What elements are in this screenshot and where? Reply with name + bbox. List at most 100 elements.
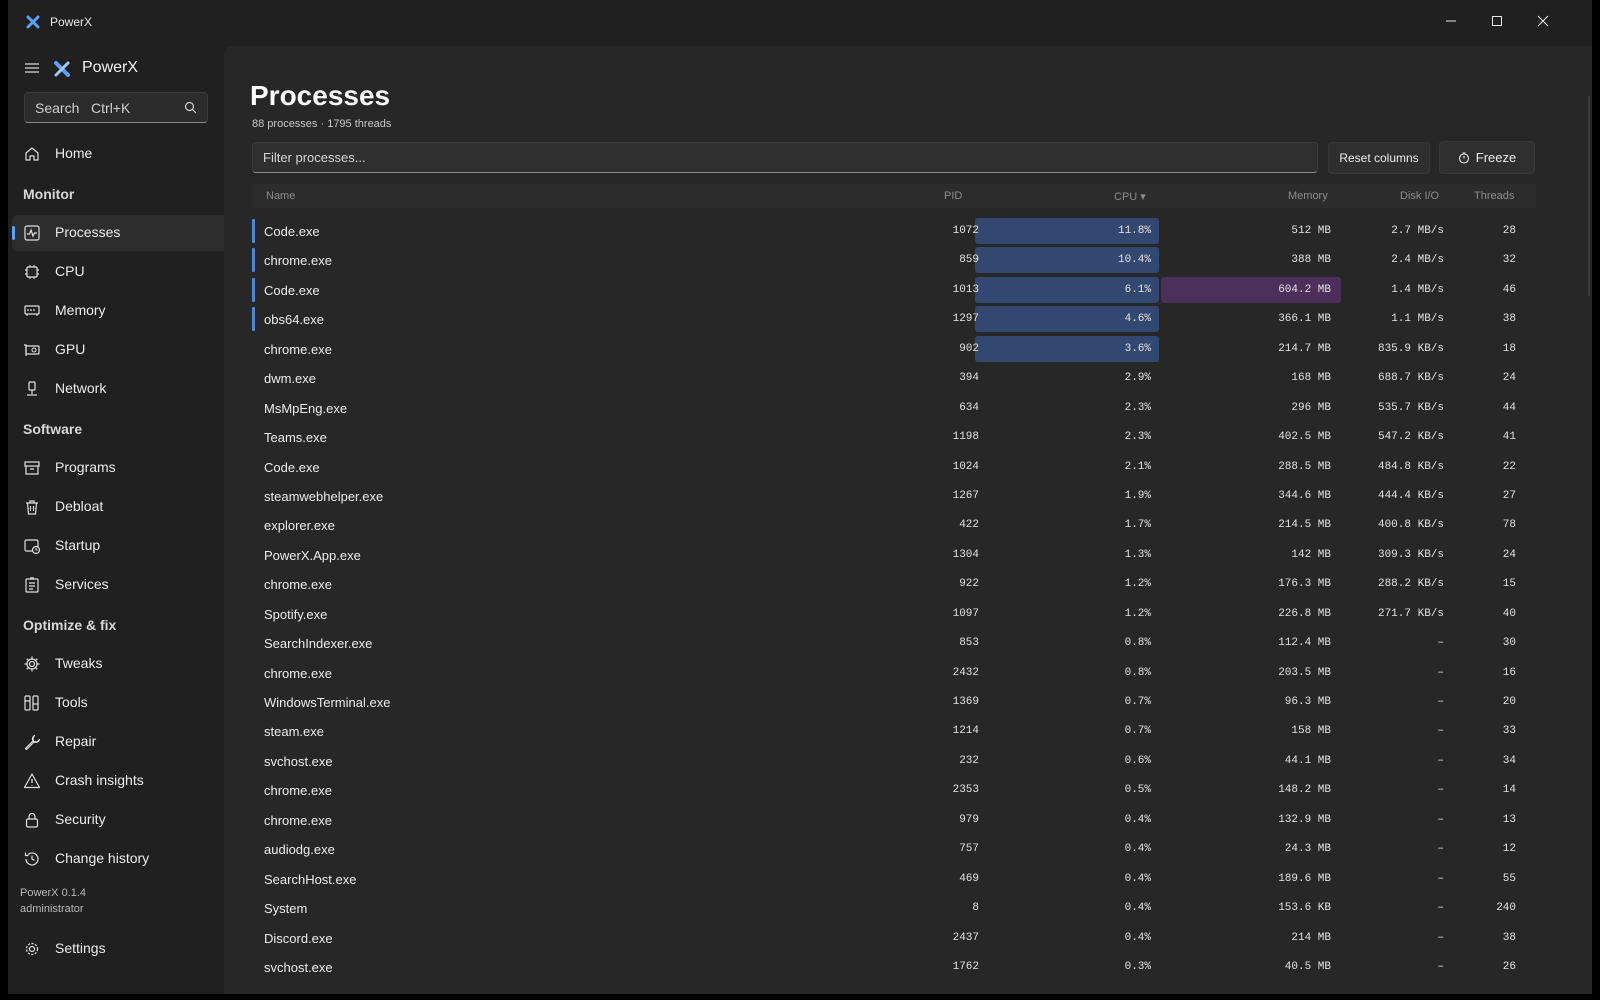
process-memory: 214.5 MB — [1278, 519, 1331, 532]
table-row[interactable]: MsMpEng.exe 634 2.3% 296 MB 535.7 KB/s 44 — [252, 393, 1536, 422]
process-threads: 15 — [1502, 578, 1516, 591]
reset-columns-button[interactable]: Reset columns — [1328, 142, 1430, 174]
table-row[interactable]: chrome.exe 2353 0.5% 148.2 MB – 14 — [252, 775, 1536, 804]
sidebar: PowerX Search Ctrl+K Home Monitor Proces… — [8, 46, 228, 994]
section-monitor: Monitor — [23, 186, 75, 202]
process-pid: 902 — [959, 342, 979, 355]
table-row[interactable]: obs64.exe 1297 4.6% 366.1 MB 1.1 MB/s 38 — [252, 304, 1536, 333]
table-row[interactable]: PowerX.App.exe 1304 1.3% 142 MB 309.3 KB/s 24 — [252, 540, 1536, 569]
nav-change-history[interactable]: Change history — [12, 841, 228, 877]
process-threads: 34 — [1502, 754, 1516, 767]
search-placeholder: Search Ctrl+K — [35, 100, 131, 116]
table-row[interactable]: svchost.exe 232 0.6% 44.1 MB – 34 — [252, 746, 1536, 775]
process-disk-io: – — [1437, 666, 1444, 679]
powerx-brand-icon — [54, 61, 70, 77]
table-row[interactable]: chrome.exe 902 3.6% 214.7 MB 835.9 KB/s 18 — [252, 334, 1536, 363]
history-icon — [24, 852, 39, 866]
process-cpu: 1.9% — [1124, 489, 1151, 502]
table-row[interactable]: SearchIndexer.exe 853 0.8% 112.4 MB – 30 — [252, 628, 1536, 657]
table-row[interactable]: dwm.exe 394 2.9% 168 MB 688.7 KB/s 24 — [252, 363, 1536, 392]
nav-tweaks[interactable]: Tweaks — [12, 646, 228, 682]
powerx-logo-icon — [26, 15, 40, 29]
table-row[interactable]: Code.exe 1024 2.1% 288.5 MB 484.8 KB/s 22 — [252, 452, 1536, 481]
table-row[interactable]: steamwebhelper.exe 1267 1.9% 344.6 MB 444.4 … — [252, 481, 1536, 510]
table-row[interactable]: Discord.exe 2437 0.4% 214 MB – 38 — [252, 923, 1536, 952]
nav-tweaks-label: Tweaks — [55, 655, 103, 671]
process-name: Teams.exe — [264, 430, 327, 446]
column-cpu[interactable]: CPU ▾ — [1114, 190, 1146, 203]
table-row[interactable]: audiodg.exe 757 0.4% 24.3 MB – 12 — [252, 834, 1536, 863]
process-name: SearchHost.exe — [264, 871, 357, 887]
close-button[interactable] — [1520, 6, 1566, 36]
hamburger-menu-icon[interactable] — [22, 60, 42, 76]
process-pid: 1369 — [952, 696, 979, 708]
filter-processes-input[interactable] — [253, 143, 1317, 172]
table-row[interactable]: Code.exe 1013 6.1% 604.2 MB 1.4 MB/s 46 — [252, 275, 1536, 304]
nav-services-label: Services — [55, 576, 109, 592]
process-memory: 132.9 MB — [1278, 813, 1331, 826]
minimize-button[interactable] — [1428, 6, 1474, 36]
nav-repair[interactable]: Repair — [12, 724, 228, 760]
column-disk-io[interactable]: Disk I/O — [1400, 190, 1439, 202]
scrollbar[interactable] — [1588, 96, 1590, 296]
nav-programs[interactable]: Programs — [12, 450, 228, 486]
app-version: PowerX 0.1.4 — [20, 887, 87, 899]
nav-network-label: Network — [55, 380, 107, 396]
table-row[interactable]: chrome.exe 859 10.4% 388 MB 2.4 MB/s 32 — [252, 245, 1536, 274]
column-threads[interactable]: Threads — [1474, 190, 1514, 202]
process-threads: 240 — [1496, 902, 1516, 915]
process-pid: 1013 — [952, 283, 979, 296]
nav-services[interactable]: Services — [12, 567, 228, 603]
process-pid: 2432 — [952, 666, 979, 679]
process-threads: 30 — [1502, 637, 1516, 650]
table-row[interactable]: Teams.exe 1198 2.3% 402.5 MB 547.2 KB/s 41 — [252, 422, 1536, 451]
nav-settings[interactable]: Settings — [12, 931, 228, 967]
process-name: Code.exe — [264, 224, 320, 239]
filter-processes-field[interactable] — [252, 142, 1318, 173]
table-row[interactable]: steam.exe 1214 0.7% 158 MB – 33 — [252, 716, 1536, 745]
table-row[interactable]: chrome.exe 2432 0.8% 203.5 MB – 16 — [252, 658, 1536, 687]
process-pid: 1097 — [952, 607, 979, 620]
table-row[interactable]: svchost.exe 1762 0.3% 40.5 MB – 26 — [252, 952, 1536, 981]
title-bar: PowerX — [8, 0, 1592, 46]
nav-memory[interactable]: Memory — [12, 293, 228, 329]
table-row[interactable]: Code.exe 1072 11.8% 512 MB 2.7 MB/s 28 — [252, 216, 1536, 245]
nav-gpu[interactable]: GPU — [12, 332, 228, 368]
table-row[interactable]: explorer.exe 422 1.7% 214.5 MB 400.8 KB/s 78 — [252, 510, 1536, 539]
table-row[interactable]: chrome.exe 979 0.4% 132.9 MB – 13 — [252, 805, 1536, 834]
process-name: obs64.exe — [264, 312, 324, 328]
lock-icon — [25, 812, 39, 828]
nav-crash-insights[interactable]: Crash insights — [12, 763, 228, 799]
table-row[interactable]: chrome.exe 922 1.2% 176.3 MB 288.2 KB/s 15 — [252, 569, 1536, 598]
table-row[interactable]: System 8 0.4% 153.6 KB – 240 — [252, 893, 1536, 922]
nav-tools[interactable]: Tools — [12, 685, 228, 721]
table-row[interactable]: WindowsTerminal.exe 1369 0.7% 96.3 MB – 20 — [252, 687, 1536, 716]
nav-security[interactable]: Security — [12, 802, 228, 838]
nav-cpu[interactable]: CPU — [12, 254, 228, 290]
column-memory[interactable]: Memory — [1288, 190, 1328, 202]
column-name[interactable]: Name — [266, 190, 295, 202]
process-pid: 979 — [959, 813, 979, 826]
process-memory: 158 MB — [1291, 725, 1331, 738]
sidebar-search-input[interactable]: Search Ctrl+K — [24, 92, 208, 123]
nav-home[interactable]: Home — [12, 136, 228, 172]
column-pid[interactable]: PID — [944, 190, 962, 202]
process-disk-io: – — [1437, 960, 1444, 973]
freeze-button[interactable]: Freeze — [1439, 141, 1535, 174]
nav-network[interactable]: Network — [12, 371, 228, 407]
process-name: explorer.exe — [264, 518, 335, 534]
process-threads: 14 — [1502, 784, 1516, 797]
process-cpu: 0.7% — [1124, 696, 1151, 708]
table-row[interactable]: Spotify.exe 1097 1.2% 226.8 MB 271.7 KB/s 40 — [252, 599, 1536, 628]
row-highlight-marker — [252, 307, 255, 332]
maximize-button[interactable] — [1474, 6, 1520, 36]
process-table: Code.exe 1072 11.8% 512 MB 2.7 MB/s 28 chrome.… — [252, 216, 1536, 981]
nav-debloat[interactable]: Debloat — [12, 489, 228, 525]
nav-processes[interactable]: Processes — [12, 215, 228, 251]
nav-cpu-label: CPU — [55, 263, 85, 279]
process-pid: 1304 — [952, 548, 979, 561]
nav-startup[interactable]: Startup — [12, 528, 228, 564]
process-name: WindowsTerminal.exe — [264, 695, 391, 710]
table-row[interactable]: SearchHost.exe 469 0.4% 189.6 MB – 55 — [252, 864, 1536, 893]
process-threads: 28 — [1502, 225, 1516, 237]
